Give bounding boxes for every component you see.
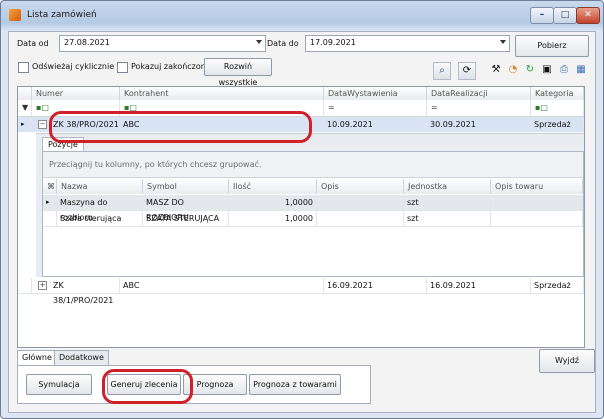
row-indicator-icon: ▸ xyxy=(43,195,57,210)
tab-dodatkowe[interactable]: Dodatkowe xyxy=(54,350,109,365)
chevron-down-icon xyxy=(256,40,262,44)
cell-numer: ZK 38/PRO/2021 xyxy=(50,117,120,132)
cell-data-realizacji: 30.09.2021 xyxy=(427,117,531,132)
filter-numer[interactable]: ▪□ xyxy=(32,100,120,116)
col-header-data-wystawienia[interactable]: DataWystawienia xyxy=(324,87,427,100)
cell-data-wystawienia: 10.09.2021 xyxy=(324,117,427,132)
fetch-button[interactable]: Pobierz xyxy=(515,35,589,57)
date-to-field[interactable]: 17.09.2021 xyxy=(305,35,510,52)
filter-kontrahent[interactable]: ▪□ xyxy=(120,100,324,116)
search-icon[interactable]: ⌕ xyxy=(433,62,451,80)
app-icon xyxy=(9,9,21,21)
bottom-panel: Symulacja Generuj zlecenia Prognoza Prog… xyxy=(17,365,371,404)
col-header-opis[interactable]: Opis xyxy=(317,179,404,194)
cell-ilosc: 1,0000 xyxy=(229,195,317,210)
cycle-icon[interactable]: ↻ xyxy=(522,62,538,78)
cell-jednostka: szt xyxy=(404,211,491,226)
save-icon[interactable]: ▣ xyxy=(539,62,555,78)
forecast-with-goods-button[interactable]: Prognoza z towarami xyxy=(249,374,341,395)
auto-refresh-checkbox[interactable] xyxy=(18,62,29,73)
column-chooser-icon[interactable]: ⌘ xyxy=(43,179,57,194)
cell-data-wystawienia: 16.09.2021 xyxy=(324,278,427,293)
generate-orders-button[interactable]: Generuj zlecenia xyxy=(107,374,181,395)
window-title: Lista zamówień xyxy=(27,10,97,20)
simulation-button[interactable]: Symulacja xyxy=(26,374,92,395)
cell-kontrahent: ABC xyxy=(120,278,324,293)
collapse-icon[interactable]: − xyxy=(38,120,47,129)
tab-pozycje[interactable]: Pozycje xyxy=(42,137,84,152)
col-header-data-realizacji[interactable]: DataRealizacji xyxy=(427,87,531,100)
positions-grid: Przeciągnij tu kolumny, po których chces… xyxy=(42,151,584,277)
expand-icon[interactable]: + xyxy=(38,281,47,290)
group-by-hint: Przeciągnij tu kolumny, po których chces… xyxy=(43,152,583,178)
col-header-ilosc[interactable]: Ilość xyxy=(229,179,317,194)
col-header-numer[interactable]: Numer xyxy=(32,87,120,100)
table-row[interactable]: ▸ − ZK 38/PRO/2021 ABC 10.09.2021 30.09.… xyxy=(18,117,584,132)
date-from-field[interactable]: 27.08.2021 xyxy=(59,35,266,52)
tab-glowne[interactable]: Główne xyxy=(17,350,57,365)
date-from-label: Data od xyxy=(17,39,49,48)
cell-symbol: SZAFA STERUJĄCA xyxy=(143,211,229,226)
close-icon: ✕ xyxy=(584,10,592,20)
filter-icon: ▼ xyxy=(18,100,32,116)
grid-indicator-header xyxy=(18,87,32,100)
filter-row: ▼ ▪□ ▪□ = = ▪□ xyxy=(18,100,584,117)
cell-opis xyxy=(317,195,404,210)
chevron-down-icon xyxy=(500,40,506,44)
table-row[interactable]: Szafa sterująca SZAFA STERUJĄCA 1,0000 s… xyxy=(43,211,583,227)
date-from-value: 27.08.2021 xyxy=(64,38,110,47)
col-header-symbol[interactable]: Symbol xyxy=(143,179,229,194)
cell-opis-towaru xyxy=(491,211,583,226)
show-finished-label: Pokazuj zakończone xyxy=(131,62,211,71)
cell-numer: ZK 38/1/PRO/2021 xyxy=(50,278,120,305)
filter-data-realizacji[interactable]: = xyxy=(427,100,531,116)
auto-refresh-label: Odświeżaj cyklicznie xyxy=(32,62,115,71)
filter-kategoria[interactable]: ▪□ xyxy=(531,100,584,116)
col-header-jednostka[interactable]: Jednostka xyxy=(404,179,491,194)
show-finished-checkbox[interactable] xyxy=(117,62,128,73)
cell-jednostka: szt xyxy=(404,195,491,210)
exit-button[interactable]: Wyjdź xyxy=(539,349,595,373)
print-icon[interactable]: ⎙ xyxy=(556,62,572,78)
maximize-button[interactable]: □ xyxy=(553,7,577,24)
filter-data-wystawienia[interactable]: = xyxy=(324,100,427,116)
forecast-button[interactable]: Prognoza xyxy=(183,374,247,395)
cell-kategoria: Sprzedaż xyxy=(531,278,584,293)
col-header-opis-towaru[interactable]: Opis towaru xyxy=(491,179,583,194)
cell-symbol: MASZ DO ROZBIORU xyxy=(143,195,229,222)
col-header-kontrahent[interactable]: Kontrahent xyxy=(120,87,324,100)
tools-icon[interactable]: ⚒ xyxy=(488,62,504,78)
row-indicator-icon: ▸ xyxy=(18,117,32,132)
calendar-icon[interactable]: ▦ xyxy=(573,62,589,78)
cell-kategoria: Sprzedaż xyxy=(531,117,584,132)
cell-nazwa: Szafa sterująca xyxy=(57,211,143,226)
minimize-button[interactable]: – xyxy=(530,7,554,24)
cell-kontrahent: ABC xyxy=(120,117,324,132)
title-bar: Lista zamówień – □ ✕ xyxy=(1,1,603,31)
close-button[interactable]: ✕ xyxy=(576,7,600,24)
row-indicator xyxy=(18,278,32,293)
maximize-icon: □ xyxy=(560,10,570,20)
cell-data-realizacji: 16.09.2021 xyxy=(427,278,531,293)
col-header-nazwa[interactable]: Nazwa xyxy=(57,179,143,194)
orders-grid: Numer Kontrahent DataWystawienia DataRea… xyxy=(17,86,585,348)
row-indicator xyxy=(43,211,57,226)
refresh-icon[interactable]: ⟳ xyxy=(458,62,476,80)
table-row[interactable]: ▸ Maszyna do rozbioru MASZ DO ROZBIORU 1… xyxy=(43,195,583,222)
cell-nazwa: Maszyna do rozbioru xyxy=(57,195,143,222)
col-header-kategoria[interactable]: Kategoria xyxy=(531,87,584,100)
table-row[interactable]: + ZK 38/1/PRO/2021 ABC 16.09.2021 16.09.… xyxy=(18,278,584,305)
date-to-value: 17.09.2021 xyxy=(310,38,356,47)
expand-all-button[interactable]: Rozwiń wszystkie xyxy=(204,58,272,87)
minimize-icon: – xyxy=(539,10,545,20)
main-window: Lista zamówień – □ ✕ Data od 27.08.2021 … xyxy=(0,0,604,419)
date-to-label: Data do xyxy=(267,39,299,48)
cell-ilosc: 1,0000 xyxy=(229,211,317,226)
cell-opis-towaru xyxy=(491,195,583,210)
pie-chart-icon[interactable]: ◔ xyxy=(505,62,521,78)
detail-panel: Pozycje Przeciągnij tu kolumny, po który… xyxy=(36,133,584,277)
cell-opis xyxy=(317,211,404,226)
